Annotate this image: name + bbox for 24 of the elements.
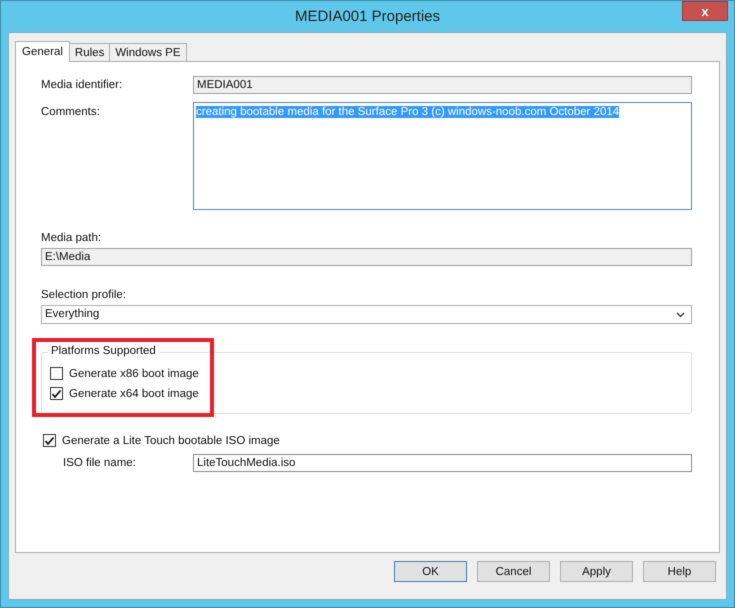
- checkbox[interactable]: Generate x64 boot image: [50, 387, 691, 400]
- field-label: ISO file name:: [62, 457, 137, 469]
- tab[interactable]: General: [15, 41, 70, 62]
- checkmark-icon: [51, 388, 62, 398]
- tab[interactable]: Windows PE: [109, 43, 187, 61]
- dialog-button[interactable]: Help: [643, 561, 716, 582]
- close-button[interactable]: x: [682, 1, 728, 21]
- checkmark-icon: [44, 436, 55, 446]
- selection-profile-dropdown[interactable]: Everything: [41, 305, 692, 324]
- checkbox[interactable]: Generate x86 boot image: [50, 367, 691, 380]
- window-title: MEDIA001 Properties: [294, 8, 440, 25]
- media-path-field[interactable]: E:\Media: [41, 248, 692, 266]
- field-label: Media identifier:: [41, 79, 124, 91]
- dialog-button[interactable]: Cancel: [477, 561, 550, 582]
- field-label: Media path:: [41, 232, 102, 244]
- iso-file-name-field[interactable]: LiteTouchMedia.iso: [193, 454, 692, 472]
- checkbox[interactable]: Generate a Lite Touch bootable ISO image: [43, 434, 692, 447]
- group-title: Platforms Supported: [48, 345, 159, 357]
- media-identifier-field[interactable]: MEDIA001: [193, 76, 692, 94]
- dialog-button[interactable]: Apply: [560, 561, 633, 582]
- field-label: Comments:: [41, 105, 101, 118]
- field-label: Selection profile:: [41, 289, 128, 301]
- dialog-button[interactable]: OK: [394, 561, 467, 582]
- chevron-down-icon: [676, 312, 685, 318]
